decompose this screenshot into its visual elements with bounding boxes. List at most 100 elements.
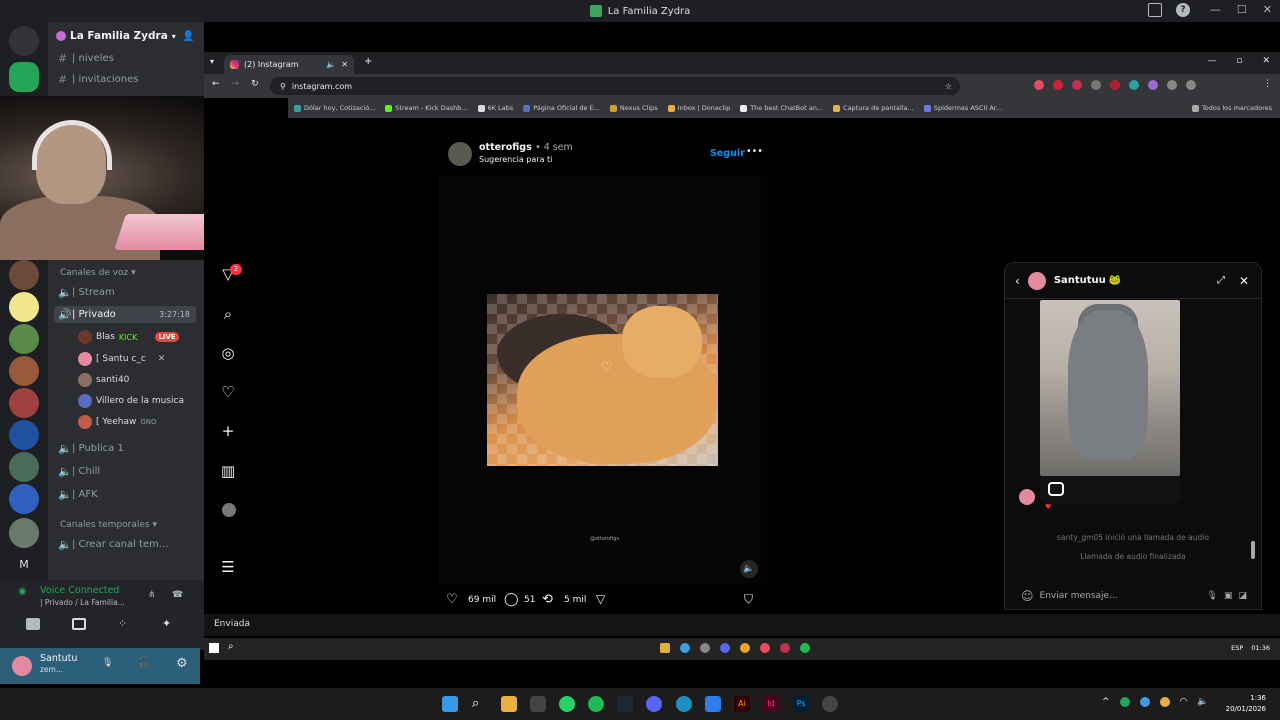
steam-icon[interactable]	[617, 696, 633, 712]
taskbar-app-icon[interactable]	[780, 643, 790, 653]
extension-icon[interactable]	[1129, 80, 1139, 90]
indesign-icon[interactable]: Id	[763, 696, 779, 712]
windows-start-icon[interactable]	[442, 696, 458, 712]
extension-icon[interactable]	[1072, 80, 1082, 90]
bookmark-item[interactable]: Stream - Kick Dashb...	[385, 104, 468, 112]
contact-avatar[interactable]	[1027, 271, 1046, 290]
browser-close-button[interactable]: ✕	[1262, 56, 1270, 66]
post-author-avatar[interactable]	[448, 142, 472, 166]
server-icon[interactable]	[9, 356, 39, 386]
illustrator-icon[interactable]: Ai	[734, 696, 750, 712]
post-author[interactable]: otterofigs • 4 sem	[479, 142, 573, 153]
voice-channel-publica[interactable]: 🔈 | Publica 1	[58, 442, 124, 455]
spotify-icon[interactable]	[588, 696, 604, 712]
forward-icon[interactable]: →	[232, 79, 240, 89]
discord-icon[interactable]	[646, 696, 662, 712]
channel-invitaciones[interactable]: # | invitaciones	[58, 73, 139, 86]
voice-member[interactable]: Blas KICK LIVE	[78, 330, 179, 344]
server-header[interactable]: La Familia Zydra ▾	[56, 30, 176, 42]
expand-icon[interactable]: ⤢	[1217, 275, 1225, 286]
tray-app-icon[interactable]	[1119, 697, 1130, 707]
voice-member[interactable]: Villero de la musica	[78, 394, 184, 408]
add-member-icon[interactable]: 👤	[182, 31, 194, 42]
new-tab-button[interactable]: +	[364, 56, 372, 67]
category-voice[interactable]: Canales de voz ▾	[60, 268, 136, 278]
dm-input[interactable]: ☺ Enviar mensaje... 🎙 ▣ ◪	[1021, 585, 1247, 607]
reaction-heart-icon[interactable]: ♥	[1045, 503, 1051, 511]
image-icon[interactable]: ▣	[1224, 591, 1233, 601]
dashboard-icon[interactable]: ▥	[220, 463, 236, 479]
address-bar[interactable]: ⚲ instagram.com ☆	[270, 77, 960, 95]
share-icon[interactable]: ▽	[596, 592, 605, 606]
extension-icon[interactable]	[1110, 80, 1120, 90]
taskbar-app-icon[interactable]	[660, 643, 670, 653]
microphone-icon[interactable]: 🎙	[102, 658, 113, 668]
gear-icon[interactable]: ⚙	[176, 656, 188, 671]
all-bookmarks[interactable]: Todos los marcadores	[1191, 104, 1272, 112]
dm-reel-preview[interactable]	[1040, 300, 1180, 476]
tray-chevron-icon[interactable]: ^	[1102, 697, 1110, 707]
wifi-icon[interactable]: ◠	[1180, 697, 1188, 707]
heart-icon[interactable]: ♡	[220, 384, 236, 400]
server-icon[interactable]	[9, 518, 39, 548]
bookmark-item[interactable]: Dólar hoy, Cotizació...	[294, 104, 375, 112]
bookmark-item[interactable]: Nexus Clips	[609, 104, 658, 112]
close-icon[interactable]: ✕	[1239, 274, 1249, 288]
disconnect-icon[interactable]: ☎	[172, 590, 183, 600]
bookmark-star-icon[interactable]: ☆	[945, 82, 952, 91]
tab-search-icon[interactable]: ▾	[210, 57, 214, 66]
search-icon[interactable]: ⌕	[220, 306, 236, 322]
extension-icon[interactable]	[1034, 80, 1044, 90]
voice-member[interactable]: [ Santu c_c ✕	[78, 352, 165, 366]
browser-maximize-button[interactable]: ▫	[1236, 56, 1242, 66]
voice-channel-create-temp[interactable]: 🔈 | Crear canal tem...	[58, 538, 168, 551]
taskbar-app-icon[interactable]	[800, 643, 810, 653]
server-icon[interactable]	[9, 324, 39, 354]
bookmark-item[interactable]: Página Oficial de E...	[523, 104, 600, 112]
microphone-icon[interactable]: 🎙	[1207, 591, 1218, 601]
minimize-button[interactable]: —	[1210, 3, 1221, 16]
avatar[interactable]	[12, 656, 32, 676]
bookmark-item[interactable]: Captura de pantalla...	[833, 104, 914, 112]
inner-start-icon[interactable]	[209, 643, 219, 653]
inbox-icon[interactable]	[1148, 3, 1162, 17]
inner-lang-indicator[interactable]: ESP	[1231, 644, 1243, 652]
tab-instagram[interactable]: (2) Instagram 🔈 ✕	[224, 55, 354, 74]
menu-icon[interactable]: ☰	[220, 559, 236, 575]
comment-icon[interactable]: ◯	[504, 592, 519, 607]
follow-button[interactable]: Seguir	[710, 148, 745, 159]
inner-search-icon[interactable]: ⌕	[228, 641, 234, 652]
search-icon[interactable]: ⌕	[472, 696, 488, 712]
maximize-button[interactable]: ☐	[1237, 3, 1247, 16]
server-icon[interactable]	[9, 292, 39, 322]
photoshop-icon[interactable]: Ps	[793, 696, 809, 712]
server-icon[interactable]	[9, 260, 39, 290]
server-icon[interactable]	[9, 452, 39, 482]
browser-minimize-button[interactable]: —	[1207, 56, 1216, 66]
activities-icon[interactable]: ⁘	[118, 617, 127, 630]
server-icon[interactable]	[9, 388, 39, 418]
extension-icon[interactable]	[1053, 80, 1063, 90]
voice-channel-path[interactable]: | Privado / La Familia...	[40, 598, 125, 607]
bookmark-item[interactable]: 6K Labs	[477, 104, 513, 112]
taskbar-app-icon[interactable]	[720, 643, 730, 653]
extensions-puzzle-icon[interactable]	[1186, 80, 1196, 90]
voice-channel-stream[interactable]: 🔈 | Stream	[58, 286, 115, 299]
channel-niveles[interactable]: # | niveles	[58, 52, 114, 65]
site-info-icon[interactable]: ⚲	[280, 82, 286, 91]
tray-app-icon[interactable]	[1139, 697, 1150, 707]
inner-clock[interactable]: 01:36	[1251, 644, 1270, 652]
file-explorer-icon[interactable]	[501, 696, 517, 712]
back-icon[interactable]: ‹	[1015, 274, 1020, 288]
headphones-icon[interactable]: 🎧	[138, 658, 149, 668]
server-icon-active[interactable]	[9, 62, 39, 92]
voice-channel-afk[interactable]: 🔈 | AFK	[58, 488, 98, 501]
taskbar-app-icon[interactable]	[740, 643, 750, 653]
extension-icon[interactable]	[1167, 80, 1177, 90]
help-icon[interactable]: ?	[1176, 3, 1190, 17]
more-options-icon[interactable]: •••	[746, 146, 763, 157]
emoji-icon[interactable]: ☺	[1021, 589, 1034, 603]
mute-icon[interactable]: 🔈	[740, 560, 758, 578]
back-icon[interactable]: ←	[212, 79, 220, 89]
taskbar-app-icon[interactable]	[760, 643, 770, 653]
